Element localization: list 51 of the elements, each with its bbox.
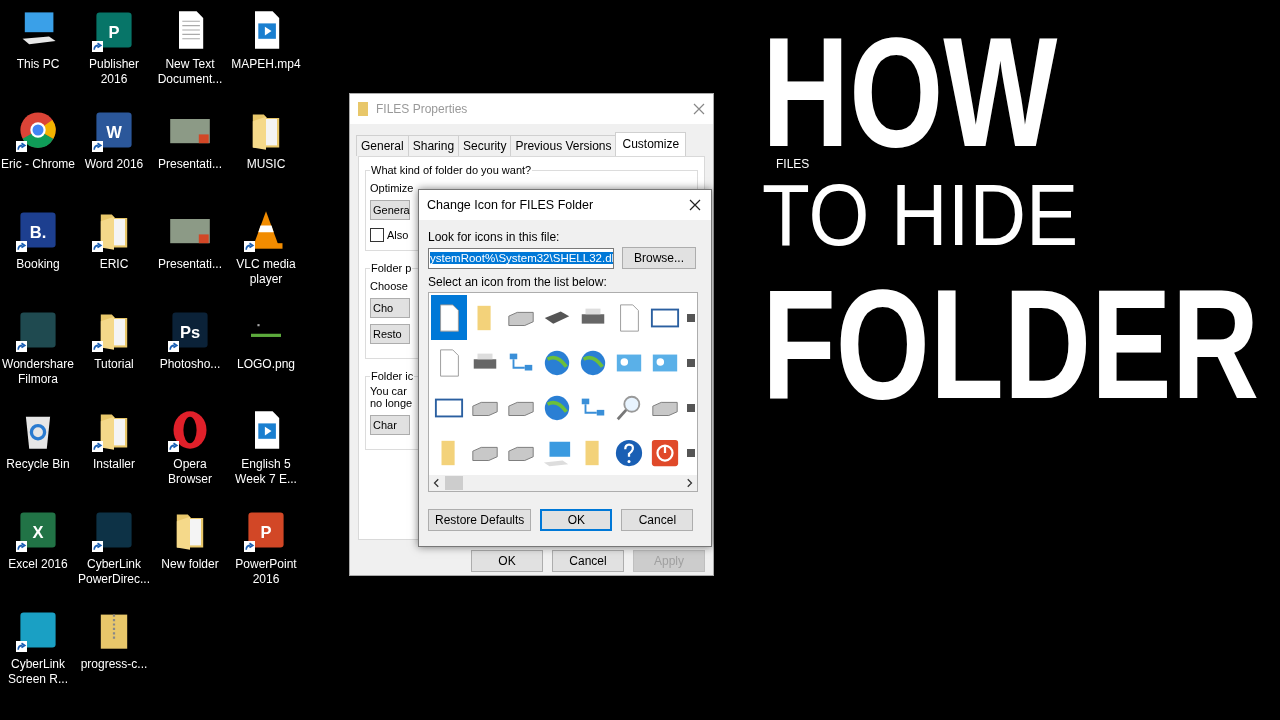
- app-letter: W: [106, 122, 122, 141]
- headline-text: FOLDER: [762, 283, 1259, 407]
- scroll-right-icon[interactable]: [684, 478, 694, 488]
- dialog-button[interactable]: OK: [540, 509, 613, 531]
- group-title: Folder ic: [371, 370, 414, 382]
- description-text: You car: [370, 385, 407, 397]
- description-text: no longe: [370, 397, 413, 409]
- choose-file-button[interactable]: Cho: [370, 298, 410, 318]
- headline-text: HOW: [762, 31, 1058, 155]
- app-letter: B.: [29, 222, 47, 241]
- icon-option[interactable]: [431, 295, 467, 340]
- field-label: Select an icon from the list below:: [428, 275, 607, 289]
- close-icon[interactable]: [689, 199, 701, 211]
- tab[interactable]: General: [356, 135, 409, 156]
- browse-button[interactable]: Browse...: [622, 247, 696, 269]
- help-icon: [614, 437, 644, 468]
- square-icon: [687, 448, 695, 457]
- tab[interactable]: Security: [458, 135, 512, 156]
- field-label: Choose: [370, 280, 408, 292]
- checkbox[interactable]: [370, 228, 384, 242]
- dialog-title: Change Icon for FILES Folder: [427, 198, 595, 212]
- app-letter: Ps: [179, 322, 201, 341]
- headline-text: TO HIDE: [762, 180, 1079, 251]
- folder-type-dropdown[interactable]: Genera: [370, 200, 410, 220]
- checkbox-label: Also: [387, 229, 409, 241]
- dialog-button[interactable]: Cancel: [552, 550, 624, 572]
- square-icon: [687, 358, 695, 367]
- power-icon: [650, 437, 680, 468]
- app-letter: X: [32, 522, 44, 541]
- change-icon-button[interactable]: Char: [370, 415, 410, 435]
- folder-icon: [358, 102, 368, 116]
- window-title: FILES Properties: [376, 102, 469, 116]
- horizontal-scrollbar[interactable]: [429, 475, 697, 491]
- dialog-button[interactable]: OK: [471, 550, 543, 572]
- group-title: What kind of folder do you want?: [371, 164, 532, 176]
- app-letter: P: [260, 522, 272, 541]
- scroll-left-icon[interactable]: [432, 478, 442, 488]
- dialog-button[interactable]: Restore Defaults: [428, 509, 532, 531]
- square-icon: [687, 313, 695, 322]
- square-icon: [687, 403, 695, 412]
- file-path-field[interactable]: ystemRoot%\System32\SHELL32.dl: [428, 247, 614, 269]
- app-letter: P: [108, 22, 120, 41]
- field-label: Optimize: [370, 182, 414, 194]
- scroll-thumb[interactable]: [445, 476, 463, 490]
- tab[interactable]: Customize: [615, 132, 687, 156]
- restore-button[interactable]: Resto: [370, 324, 410, 344]
- field-label: Look for icons in this file:: [428, 230, 560, 244]
- image-file-icon: [251, 323, 281, 337]
- dialog-button[interactable]: Cancel: [621, 509, 694, 531]
- group-title: Folder p: [371, 262, 412, 274]
- tab[interactable]: Sharing: [407, 135, 460, 156]
